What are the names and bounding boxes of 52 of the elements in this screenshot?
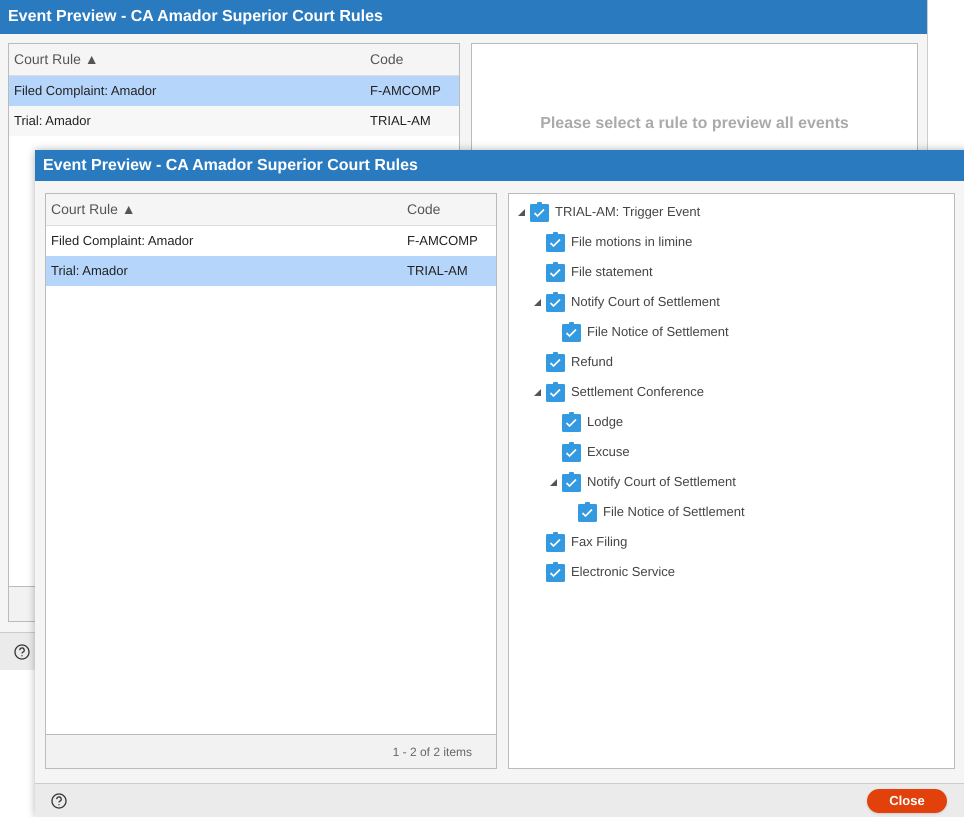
table-cell-text: F-AMCOMP <box>369 82 441 100</box>
table-row[interactable]: Trial: Amador TRIAL-AM <box>46 256 496 286</box>
checkbox[interactable] <box>546 262 565 282</box>
tree-item-label[interactable]: File motions in limine <box>571 232 692 252</box>
checkbox[interactable] <box>546 232 565 252</box>
checkbox[interactable] <box>546 352 565 372</box>
pager-info: 1 - 2 of 2 items <box>392 744 472 760</box>
tree-item-label[interactable]: File statement <box>571 262 653 282</box>
checkbox[interactable] <box>562 472 581 492</box>
table-cell-text: Trial: Amador <box>50 262 129 280</box>
table-cell-text: TRIAL-AM <box>369 112 431 130</box>
tree-item-label[interactable]: TRIAL-AM: Trigger Event <box>555 202 700 222</box>
checkbox[interactable] <box>578 502 597 522</box>
close-button[interactable]: Close <box>867 788 947 812</box>
tree-item-label[interactable]: Lodge <box>587 412 624 432</box>
table-cell-text: Filed Complaint: Amador <box>50 232 194 250</box>
checkbox[interactable] <box>562 322 581 342</box>
column-header[interactable]: Code <box>365 49 404 70</box>
table-cell-text: Filed Complaint: Amador <box>13 82 158 100</box>
table-cell-text: F-AMCOMP <box>406 232 478 250</box>
help-icon[interactable] <box>14 644 30 660</box>
checkbox[interactable] <box>546 532 565 552</box>
tree-item-label[interactable]: File Notice of Settlement <box>603 502 745 522</box>
tree-item-label[interactable]: Excuse <box>587 442 630 462</box>
checkbox[interactable] <box>546 382 565 402</box>
table-cell-text: TRIAL-AM <box>406 262 468 280</box>
tree-item-label[interactable]: Notify Court of Settlement <box>571 292 720 312</box>
collapse-icon[interactable] <box>518 208 525 216</box>
checkbox[interactable] <box>546 292 565 312</box>
table-row[interactable]: Filed Complaint: Amador F-AMCOMP <box>9 76 459 106</box>
tree-item-label[interactable]: File Notice of Settlement <box>587 322 729 342</box>
help-icon[interactable] <box>51 792 67 808</box>
window-title: Event Preview - CA Amador Superior Court Rules <box>0 0 927 34</box>
window-title: Event Preview - CA Amador Superior Court Rules <box>35 150 964 181</box>
tree-item-label[interactable]: Electronic Service <box>571 562 676 582</box>
collapse-icon[interactable] <box>550 478 557 486</box>
table-row[interactable]: Trial: Amador TRIAL-AM <box>9 106 459 136</box>
checkbox[interactable] <box>562 442 581 462</box>
tree-item-label[interactable]: Refund <box>571 352 613 372</box>
checkbox[interactable] <box>546 562 565 582</box>
tree-item-label[interactable]: Notify Court of Settlement <box>587 472 736 492</box>
empty-message: Please select a rule to preview all events <box>540 114 849 134</box>
collapse-icon[interactable] <box>534 388 541 396</box>
tree-item-label[interactable]: Fax Filing <box>571 532 628 552</box>
column-header[interactable]: Court Rule ▲ <box>9 49 365 70</box>
checkbox[interactable] <box>562 412 581 432</box>
column-header[interactable]: Code <box>402 199 440 220</box>
table-cell-text: Trial: Amador <box>13 112 92 130</box>
collapse-icon[interactable] <box>534 298 541 306</box>
checkbox[interactable] <box>530 202 549 222</box>
tree-item-label[interactable]: Settlement Conference <box>571 382 704 402</box>
column-header[interactable]: Court Rule ▲ <box>46 199 402 220</box>
